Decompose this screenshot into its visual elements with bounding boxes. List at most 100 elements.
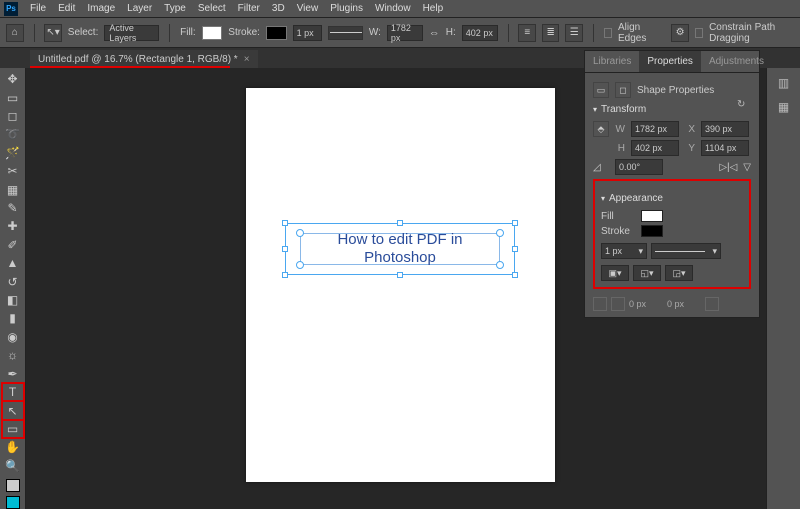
menu-select[interactable]: Select	[192, 3, 232, 14]
menu-type[interactable]: Type	[158, 3, 192, 14]
handle-bm[interactable]	[397, 272, 403, 278]
brush-tool[interactable]: ✐	[2, 236, 24, 254]
stroke-corner-dd[interactable]: ◲▾	[665, 265, 693, 281]
gradient-tool[interactable]: ▮	[2, 309, 24, 327]
menu-filter[interactable]: Filter	[232, 3, 266, 14]
menu-layer[interactable]: Layer	[121, 3, 158, 14]
eraser-tool[interactable]: ◧	[2, 291, 24, 309]
zoom-tool[interactable]: 🔍	[2, 457, 24, 475]
properties-panel: LibrariesPropertiesAdjustments ▭ ◻ Shape…	[584, 50, 760, 318]
radius-tr[interactable]: 0 px	[667, 299, 701, 309]
stroke-style-dropdown[interactable]	[328, 26, 363, 40]
panel-tab-libraries[interactable]: Libraries	[585, 51, 639, 72]
radius-link-icon[interactable]	[593, 297, 607, 311]
menu-window[interactable]: Window	[369, 3, 417, 14]
reset-icon[interactable]: ↻	[737, 99, 751, 113]
stroke-cap-dd[interactable]: ◱▾	[633, 265, 661, 281]
anchor-bl[interactable]	[296, 261, 304, 269]
stroke-width-field[interactable]: 1 px	[293, 25, 323, 41]
panel-tab-adjustments[interactable]: Adjustments	[701, 51, 772, 72]
prop-angle[interactable]: 0.00°	[615, 159, 663, 175]
shape-tool[interactable]: ▭	[2, 420, 24, 438]
handle-bl[interactable]	[282, 272, 288, 278]
selected-shape[interactable]: How to edit PDF in Photoshop	[285, 223, 515, 275]
panel-tab-properties[interactable]: Properties	[639, 51, 701, 72]
radius-tl[interactable]: 0 px	[629, 299, 663, 309]
handle-br[interactable]	[512, 272, 518, 278]
stroke-swatch[interactable]	[266, 26, 287, 40]
tab-close-icon[interactable]: ×	[244, 54, 250, 65]
anchor-tr[interactable]	[496, 229, 504, 237]
fill-prop-swatch[interactable]	[641, 210, 663, 222]
move-tool[interactable]: ✥	[2, 70, 24, 88]
stroke-label: Stroke:	[228, 27, 260, 38]
menu-image[interactable]: Image	[81, 3, 121, 14]
handle-tl[interactable]	[282, 220, 288, 226]
menu-file[interactable]: File	[24, 3, 52, 14]
handle-ml[interactable]	[282, 246, 288, 252]
prop-x[interactable]: 390 px	[701, 121, 749, 137]
path-tool[interactable]: ↖	[2, 401, 24, 419]
history-tool[interactable]: ↺	[2, 272, 24, 290]
type-tool[interactable]: T	[2, 383, 24, 401]
artboard-tool[interactable]: ▭	[2, 88, 24, 106]
height-field[interactable]: 402 px	[462, 25, 498, 41]
align-icon[interactable]: ≡	[518, 24, 536, 42]
stroke-width-dd[interactable]: 1 px▾	[601, 243, 647, 259]
document-page	[246, 88, 555, 482]
handle-tm[interactable]	[397, 220, 403, 226]
wand-tool[interactable]: 🪄	[2, 144, 24, 162]
anchor-tl[interactable]	[296, 229, 304, 237]
menu-3d[interactable]: 3D	[266, 3, 291, 14]
collapsed-panels: ▥ ▦	[766, 68, 800, 509]
menu-view[interactable]: View	[291, 3, 325, 14]
menu-plugins[interactable]: Plugins	[324, 3, 369, 14]
app-logo: Ps	[4, 2, 18, 16]
menu-help[interactable]: Help	[417, 3, 450, 14]
heal-tool[interactable]: ✚	[2, 217, 24, 235]
handle-tr[interactable]	[512, 220, 518, 226]
handle-mr[interactable]	[512, 246, 518, 252]
crop-tool[interactable]: ✂	[2, 162, 24, 180]
tool-indicator[interactable]: ↖▾	[44, 24, 62, 42]
transform-title: Transform	[601, 104, 646, 115]
bg-color[interactable]	[6, 496, 20, 509]
layers-icon[interactable]: ▦	[775, 100, 793, 114]
stamp-tool[interactable]: ▲	[2, 254, 24, 272]
blur-tool[interactable]: ◉	[2, 328, 24, 346]
distribute-icon[interactable]: ☰	[565, 24, 583, 42]
histogram-icon[interactable]: ▥	[775, 76, 793, 90]
stroke-dash-dd[interactable]: ▾	[651, 243, 721, 259]
link-wh-icon[interactable]: ⬘	[593, 121, 609, 137]
pen-tool[interactable]: ✒	[2, 365, 24, 383]
flip-v-icon[interactable]: ▽	[743, 162, 751, 173]
gear-icon[interactable]: ⚙	[671, 24, 689, 42]
hand-tool[interactable]: ✋	[2, 438, 24, 456]
home-button[interactable]: ⌂	[6, 24, 24, 42]
fg-color[interactable]	[6, 479, 20, 492]
width-field[interactable]: 1782 px	[387, 25, 423, 41]
flip-h-icon[interactable]: ▷|◁	[719, 162, 737, 173]
select-label: Select:	[68, 27, 99, 38]
w-label: W:	[369, 27, 381, 38]
menu-bar: Ps FileEditImageLayerTypeSelectFilter3DV…	[0, 0, 800, 18]
constrain-checkbox[interactable]	[695, 28, 703, 38]
anchor-br[interactable]	[496, 261, 504, 269]
stroke-prop-swatch[interactable]	[641, 225, 663, 237]
marquee-tool[interactable]: ◻	[2, 107, 24, 125]
link-icon[interactable]: ⇔	[429, 27, 440, 39]
prop-y[interactable]: 1104 px	[701, 140, 749, 156]
document-tab[interactable]: Untitled.pdf @ 16.7% (Rectangle 1, RGB/8…	[30, 50, 258, 68]
prop-w[interactable]: 1782 px	[631, 121, 679, 137]
eyedropper-tool[interactable]: ✎	[2, 199, 24, 217]
prop-h[interactable]: 402 px	[631, 140, 679, 156]
lasso-tool[interactable]: ➰	[2, 125, 24, 143]
arrange-icon[interactable]: ≣	[542, 24, 560, 42]
align-edges-checkbox[interactable]	[604, 28, 612, 38]
stroke-align-dd[interactable]: ▣▾	[601, 265, 629, 281]
frame-tool[interactable]: ▦	[2, 180, 24, 198]
dodge-tool[interactable]: ☼	[2, 346, 24, 364]
fill-swatch[interactable]	[202, 26, 223, 40]
menu-edit[interactable]: Edit	[52, 3, 81, 14]
select-layers-dropdown[interactable]: Active Layers	[104, 25, 159, 41]
